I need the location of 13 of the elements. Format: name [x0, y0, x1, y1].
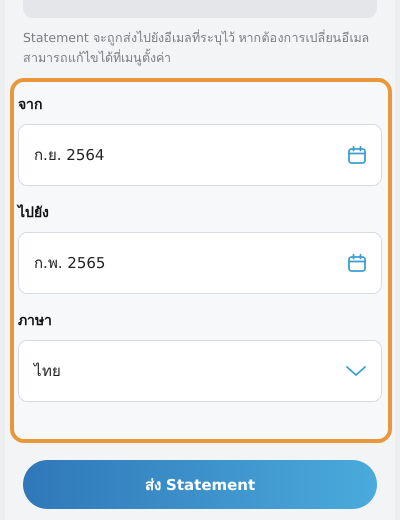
field-label: จาก [18, 96, 43, 115]
date-field[interactable]: ก.ย. 2564 [18, 124, 382, 186]
info-note: Statement จะถูกส่งไปยังอีเมลที่ระบุไว้ หากต้องการเปลี่ยนอีเมล สามารถแก้ไขได้ที่เมนูตั้งค่า [23, 28, 371, 68]
field-label: ภาษา [18, 312, 53, 331]
field-value: ก.พ. 2565 [34, 253, 106, 274]
field-value: ก.ย. 2564 [34, 145, 106, 166]
date-field[interactable]: ก.พ. 2565 [18, 232, 382, 294]
send-statement-button[interactable]: ส่ง Statement [23, 460, 377, 509]
field-value: ไทย [34, 361, 62, 382]
calendar-icon [347, 145, 367, 165]
language-dropdown[interactable]: ไทย [18, 340, 382, 402]
calendar-icon [347, 253, 367, 273]
field-label: ไปยัง [18, 203, 50, 223]
